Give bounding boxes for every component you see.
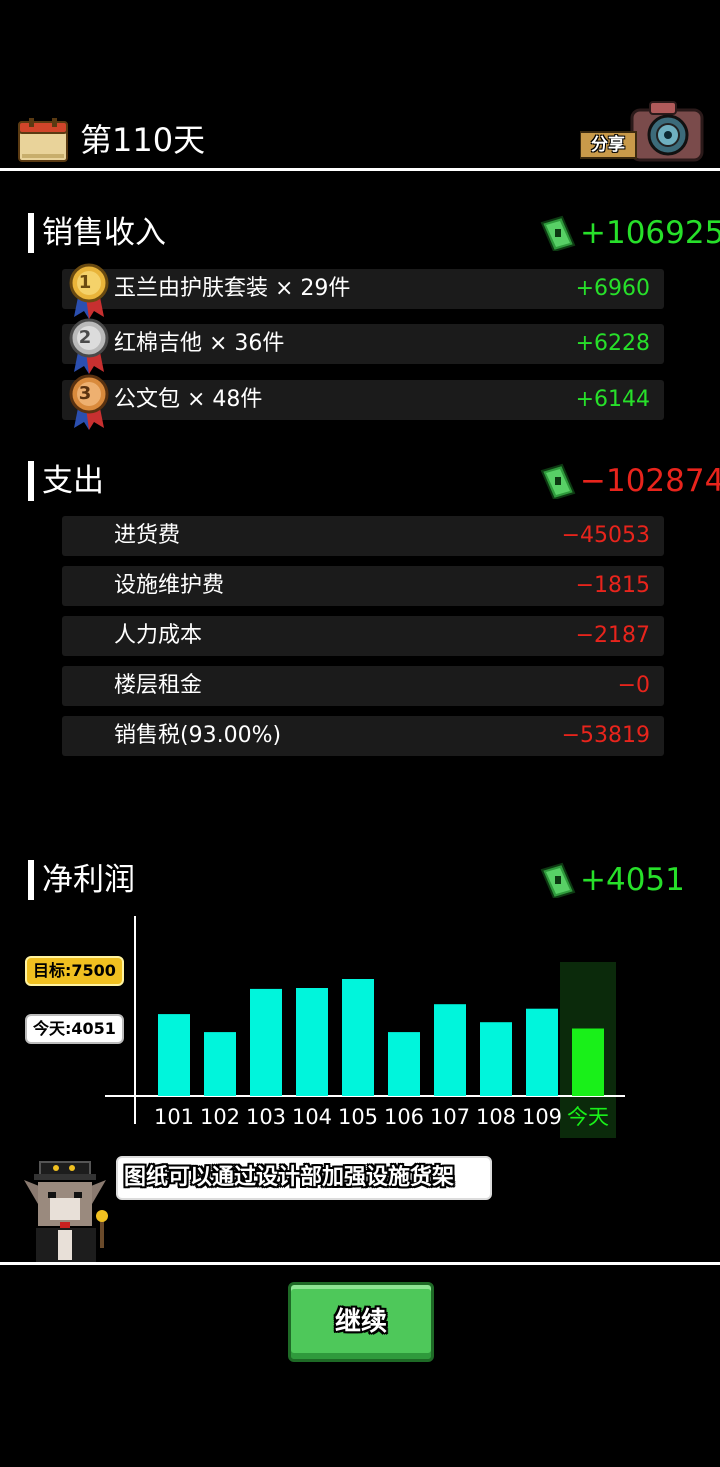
- expense-total: −102874: [580, 463, 720, 499]
- goal-tag: 目标:7500: [25, 956, 124, 986]
- chart-bar: [526, 1008, 558, 1096]
- x-tick-label: 107: [430, 1105, 470, 1129]
- x-tick-label: 109: [522, 1105, 562, 1129]
- x-tick-label: 102: [200, 1105, 240, 1129]
- sales-total: +106925: [580, 215, 720, 251]
- cat-captain-icon: [24, 1161, 108, 1262]
- section-bar: [28, 213, 34, 253]
- chart-bar: [158, 1014, 190, 1096]
- rank-number: 3: [78, 383, 92, 404]
- expense-item-label: 进货费: [114, 523, 181, 548]
- expense-item-row: 设施维护费 −1815: [62, 566, 664, 606]
- chart-bar: [204, 1032, 236, 1096]
- today-tag: 今天:4051: [25, 1014, 124, 1044]
- cash-icon: [540, 215, 576, 251]
- share-label: 分享: [591, 135, 625, 155]
- profit-title: 净利润: [42, 862, 135, 898]
- tip-bubble: 图纸可以通过设计部加强设施货架: [116, 1156, 492, 1200]
- expense-item-label: 设施维护费: [114, 573, 225, 598]
- sales-item-row: 2 红棉吉他 × 36件 +6228: [62, 318, 664, 374]
- expense-item-row: 楼层租金 −0: [62, 666, 664, 706]
- cash-icon: [540, 463, 576, 499]
- chart-bar: [388, 1032, 420, 1096]
- sales-item-label: 红棉吉他 × 36件: [114, 331, 285, 356]
- expense-item-value: −53819: [561, 723, 650, 748]
- section-bar: [28, 461, 34, 501]
- x-tick-label: 104: [292, 1105, 332, 1129]
- chart-bar: [342, 979, 374, 1096]
- day-title: 第110天: [80, 121, 206, 159]
- expense-item-value: −1815: [575, 573, 650, 598]
- chart-bar: [572, 1028, 604, 1096]
- chart-bar: [434, 1004, 466, 1096]
- rank-number: 2: [78, 327, 92, 348]
- share-button[interactable]: 分享: [579, 98, 704, 164]
- expense-item-label: 销售税(93.00%): [114, 723, 282, 748]
- sales-item-value: +6228: [575, 331, 650, 356]
- expense-item-row: 人力成本 −2187: [62, 616, 664, 656]
- calendar-icon: [18, 118, 68, 162]
- expense-item-label: 楼层租金: [114, 673, 203, 698]
- x-tick-label: 108: [476, 1105, 516, 1129]
- expense-title: 支出: [42, 463, 104, 499]
- x-tick-label: 今天: [567, 1105, 609, 1129]
- header-divider: [0, 168, 720, 171]
- sales-item-value: +6144: [575, 387, 650, 412]
- expense-item-row: 进货费 −45053: [62, 516, 664, 556]
- x-tick-label: 101: [154, 1105, 194, 1129]
- expense-item-label: 人力成本: [114, 623, 203, 648]
- cash-icon: [540, 862, 576, 898]
- sales-item-value: +6960: [575, 276, 650, 301]
- expense-item-value: −2187: [575, 623, 650, 648]
- rank-number: 1: [78, 272, 92, 293]
- profit-total: +4051: [580, 862, 685, 898]
- tip-text: 图纸可以通过设计部加强设施货架: [124, 1165, 455, 1190]
- expense-item-value: −0: [617, 673, 650, 698]
- section-bar: [28, 860, 34, 900]
- sales-item-label: 玉兰由护肤套装 × 29件: [114, 276, 351, 301]
- expense-item-value: −45053: [561, 523, 650, 548]
- sales-item-label: 公文包 × 48件: [114, 387, 263, 412]
- continue-label: 继续: [334, 1307, 387, 1337]
- footer-divider: [0, 1262, 720, 1265]
- sales-item-row: 1 玉兰由护肤套装 × 29件 +6960: [62, 263, 664, 319]
- x-tick-label: 105: [338, 1105, 378, 1129]
- expense-item-row: 销售税(93.00%) −53819: [62, 716, 664, 756]
- chart-bar: [250, 988, 282, 1096]
- continue-button[interactable]: 继续: [288, 1282, 434, 1362]
- chart-bar: [296, 988, 328, 1096]
- x-tick-label: 106: [384, 1105, 424, 1129]
- sales-title: 销售收入: [42, 215, 166, 251]
- chart-bar: [480, 1022, 512, 1096]
- x-tick-label: 103: [246, 1105, 286, 1129]
- sales-item-row: 3 公文包 × 48件 +6144: [62, 374, 664, 430]
